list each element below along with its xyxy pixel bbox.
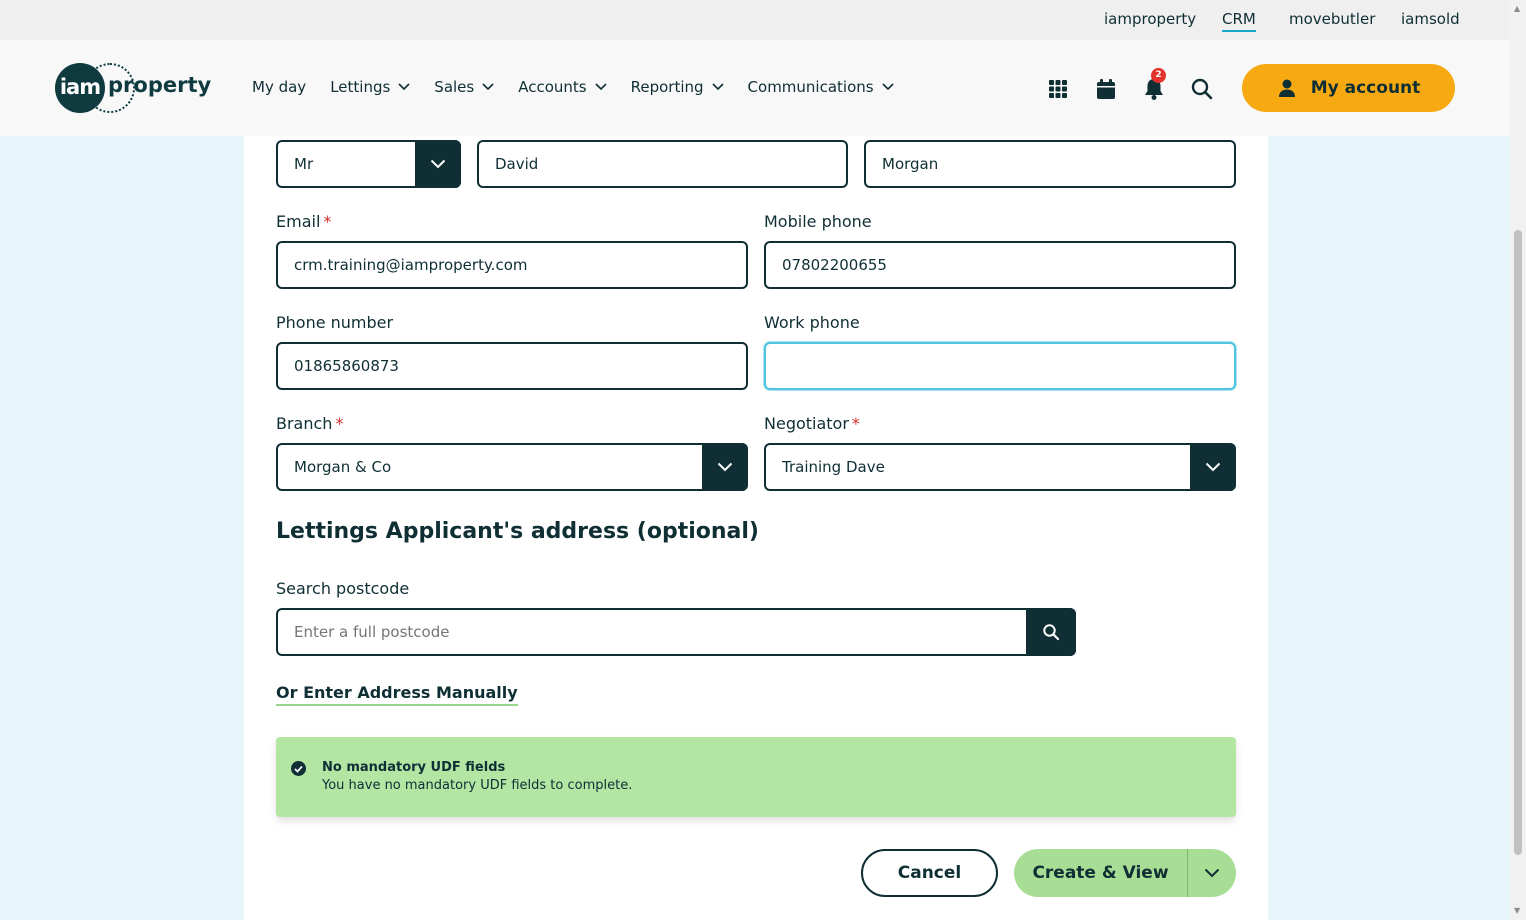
negotiator-select-toggle[interactable] [1190, 443, 1236, 491]
notification-badge: 2 [1151, 68, 1166, 83]
negotiator-label: Negotiator * [764, 414, 860, 433]
required-mark: * [323, 212, 332, 231]
my-account-label: My account [1310, 78, 1421, 98]
chevron-down-icon [1205, 462, 1221, 472]
scroll-up-arrow-icon[interactable]: ▲ [1514, 4, 1522, 13]
work-phone-label: Work phone [764, 313, 860, 332]
apps-grid-icon[interactable] [1045, 76, 1071, 102]
email-label: Email * [276, 212, 331, 231]
branch-select-toggle[interactable] [702, 443, 748, 491]
udf-info-alert: No mandatory UDF fields You have no mand… [276, 737, 1236, 817]
nav-label: Lettings [330, 78, 391, 96]
top-utility-bar: iamproperty CRM movebutler iamsold [0, 0, 1510, 40]
chevron-down-icon [711, 83, 724, 91]
cancel-button[interactable]: Cancel [861, 849, 998, 897]
required-mark: * [335, 414, 344, 433]
mobile-phone-input[interactable] [782, 256, 1218, 274]
user-icon [1278, 79, 1295, 97]
my-account-button[interactable]: My account [1242, 64, 1455, 112]
chevron-down-icon [430, 159, 446, 169]
chevron-down-icon [1204, 868, 1220, 878]
create-and-view-label: Create & View [1032, 863, 1169, 883]
search-icon [1043, 624, 1060, 641]
nav-item-lettings[interactable]: Lettings [330, 78, 410, 96]
page-scrollbar-thumb[interactable] [1514, 230, 1522, 855]
chevron-down-icon [882, 83, 894, 91]
phone-number-label: Phone number [276, 313, 394, 332]
alert-title: No mandatory UDF fields [322, 760, 506, 775]
phone-number-input[interactable] [294, 357, 730, 375]
branch-label: Branch * [276, 414, 343, 433]
chevron-down-icon [595, 83, 607, 91]
notifications-button[interactable]: 2 [1141, 68, 1167, 102]
check-circle-icon [291, 761, 306, 776]
search-icon[interactable] [1189, 76, 1215, 102]
title-select-value: Mr [294, 155, 314, 173]
nav-label: Sales [434, 78, 475, 96]
email-field[interactable] [276, 241, 748, 289]
negotiator-select[interactable]: Training Dave [764, 443, 1236, 491]
main-nav: My day Lettings Sales Accounts Reporting… [252, 78, 918, 96]
topbar-link-movebutler[interactable]: movebutler [1289, 10, 1375, 28]
nav-label: Communications [747, 78, 874, 96]
last-name-input[interactable] [882, 155, 1218, 173]
mobile-phone-field[interactable] [764, 241, 1236, 289]
nav-item-accounts[interactable]: Accounts [518, 78, 607, 96]
nav-label: Reporting [630, 78, 704, 96]
title-select[interactable]: Mr [276, 140, 461, 188]
logo-mark: iam [55, 63, 105, 113]
postcode-search-button[interactable] [1026, 608, 1076, 656]
topbar-link-iamsold[interactable]: iamsold [1401, 10, 1460, 28]
logo-word: property [108, 73, 212, 97]
chevron-down-icon [398, 83, 410, 91]
address-section-title: Lettings Applicant's address (optional) [276, 519, 759, 544]
enter-address-manually-link[interactable]: Or Enter Address Manually [276, 683, 518, 706]
last-name-field[interactable] [864, 140, 1236, 188]
applicant-form-card: Mr Email* Mobile phone Phone number Work… [244, 136, 1268, 920]
alert-message: You have no mandatory UDF fields to comp… [322, 778, 633, 793]
nav-label: Accounts [518, 78, 587, 96]
nav-label: My day [252, 78, 307, 96]
required-mark: * [851, 414, 860, 433]
postcode-search-field[interactable] [276, 608, 1076, 656]
first-name-field[interactable] [477, 140, 848, 188]
negotiator-label-text: Negotiator [764, 414, 849, 433]
postcode-search-input[interactable] [294, 623, 1058, 641]
work-phone-input[interactable] [782, 357, 1218, 375]
topbar-link-crm[interactable]: CRM [1222, 10, 1256, 32]
mobile-phone-label: Mobile phone [764, 212, 872, 231]
email-input[interactable] [294, 256, 730, 274]
search-postcode-label: Search postcode [276, 579, 410, 598]
work-phone-field[interactable] [764, 342, 1236, 390]
email-label-text: Email [276, 212, 321, 231]
branch-select-value: Morgan & Co [294, 458, 392, 476]
create-options-toggle[interactable] [1188, 849, 1236, 897]
topbar-link-iamproperty[interactable]: iamproperty [1104, 10, 1196, 28]
calendar-icon[interactable] [1093, 76, 1119, 102]
scroll-down-arrow-icon[interactable]: ▼ [1514, 906, 1522, 915]
nav-item-sales[interactable]: Sales [434, 78, 494, 96]
nav-item-my-day[interactable]: My day [252, 78, 306, 96]
title-select-toggle[interactable] [415, 140, 461, 188]
nav-item-reporting[interactable]: Reporting [631, 78, 724, 96]
phone-number-field[interactable] [276, 342, 748, 390]
branch-label-text: Branch [276, 414, 333, 433]
create-and-view-button[interactable]: Create & View [1014, 849, 1236, 897]
chevron-down-icon [717, 462, 733, 472]
first-name-input[interactable] [495, 155, 830, 173]
chevron-down-icon [482, 83, 494, 91]
branch-select[interactable]: Morgan & Co [276, 443, 748, 491]
nav-item-communications[interactable]: Communications [748, 78, 894, 96]
main-header: iam property My day Lettings Sales Accou… [0, 40, 1510, 136]
negotiator-select-value: Training Dave [782, 458, 885, 476]
